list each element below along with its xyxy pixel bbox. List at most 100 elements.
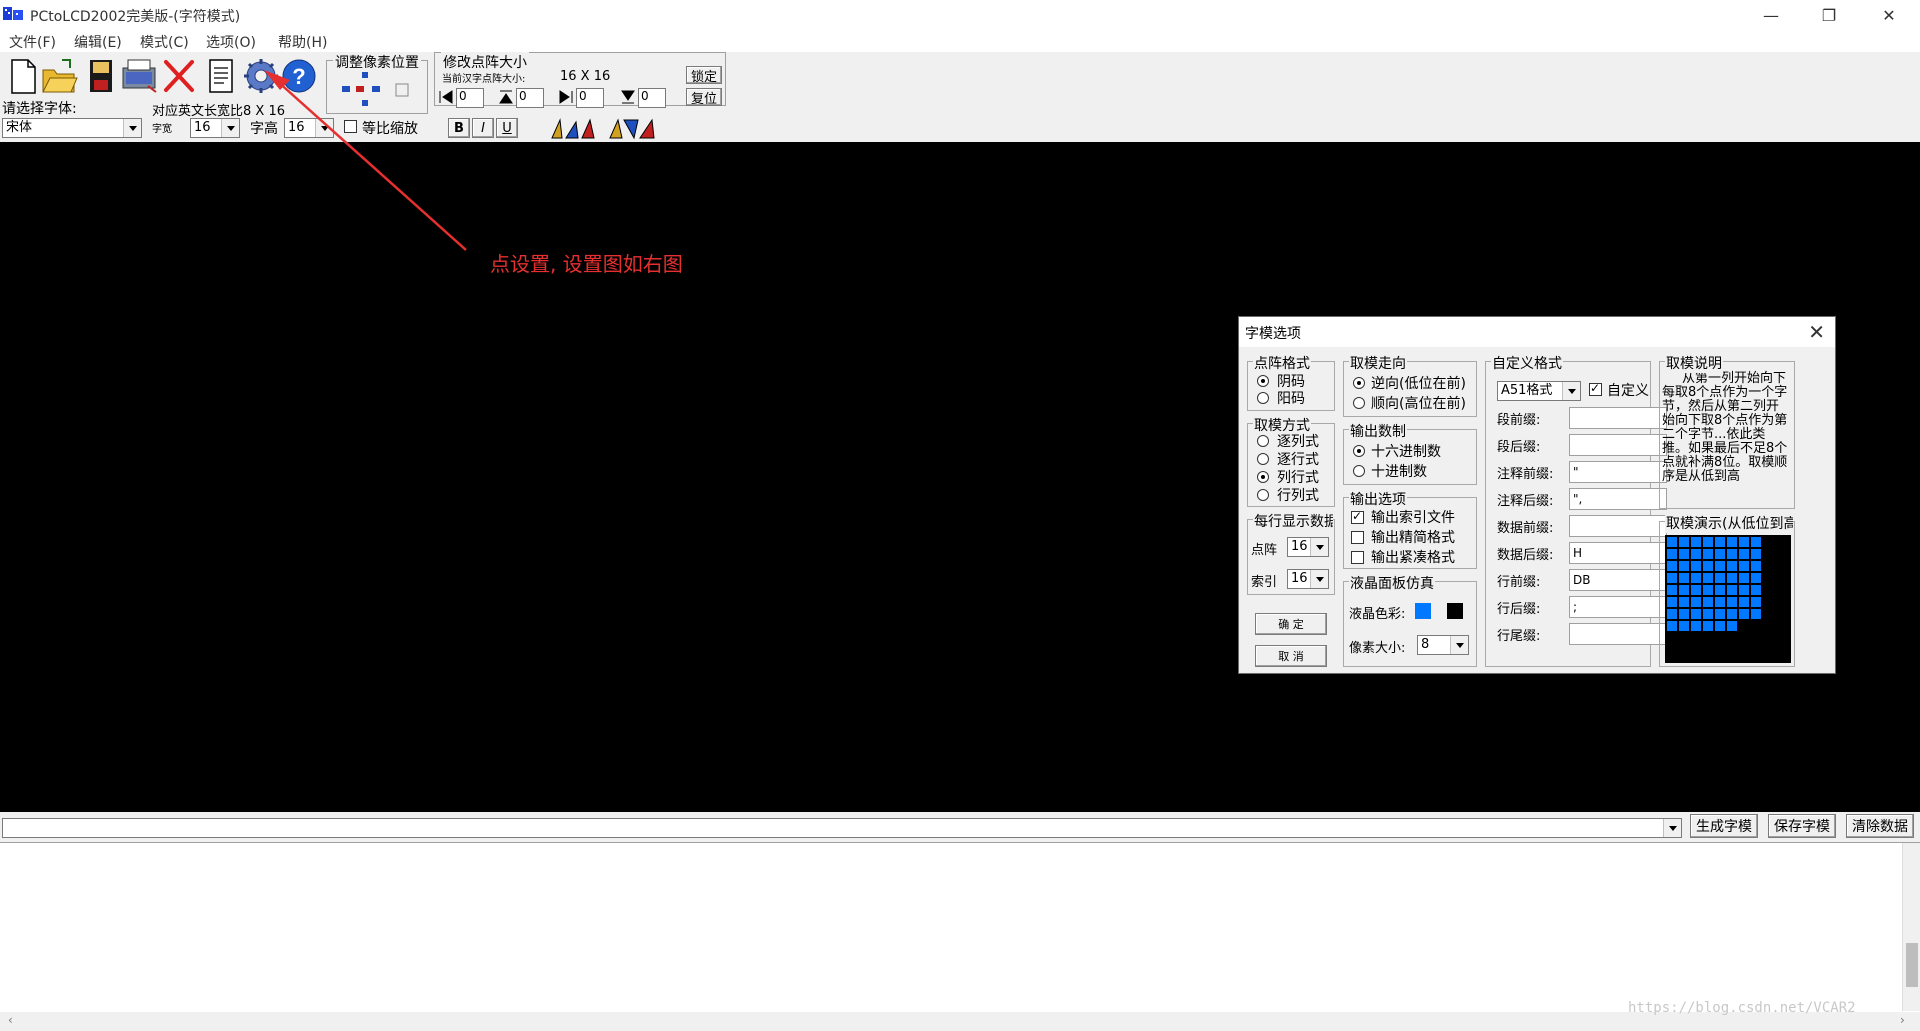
help-icon[interactable]: ? — [280, 56, 318, 96]
direction-radio-1[interactable] — [1353, 397, 1365, 409]
per-line-index-select[interactable]: 16 — [1287, 569, 1329, 589]
demo-dot — [1739, 537, 1749, 547]
shrink-bottom-icon[interactable] — [620, 89, 636, 105]
field-label-2: 注释前缀: — [1497, 467, 1554, 482]
width-select[interactable]: 16 — [190, 118, 240, 138]
new-file-icon[interactable] — [4, 56, 42, 96]
direction-option-0: 逆向(低位在前) — [1371, 376, 1466, 392]
chevron-down-icon — [315, 119, 333, 137]
underline-button[interactable]: U — [496, 118, 518, 138]
scrollbar-thumb[interactable] — [1906, 943, 1918, 987]
demo-dot — [1739, 597, 1749, 607]
field-label-1: 段后缀: — [1497, 440, 1541, 455]
field-input-2[interactable]: " — [1569, 461, 1667, 483]
menu-edit[interactable]: 编辑(E) — [74, 32, 122, 52]
mirror-horizontal-icon[interactable] — [550, 118, 596, 140]
scan-mode-radio-2[interactable] — [1257, 471, 1269, 483]
custom-format-select[interactable]: A51格式 — [1497, 381, 1581, 401]
settings-gear-icon[interactable] — [242, 56, 280, 96]
shrink-top-icon[interactable] — [498, 89, 514, 105]
output-option-checkbox-2[interactable] — [1351, 551, 1364, 564]
window-title: PCtoLCD2002完美版-(字符模式) — [30, 9, 241, 25]
demo-dot — [1691, 537, 1701, 547]
delete-icon[interactable] — [160, 56, 198, 96]
field-input-3[interactable]: ", — [1569, 488, 1667, 510]
cancel-button[interactable]: 取 消 — [1255, 645, 1327, 667]
bold-button[interactable]: B — [448, 118, 470, 138]
lcd-bg-color-swatch[interactable] — [1447, 603, 1463, 619]
scroll-left-icon[interactable]: ‹ — [8, 1013, 13, 1027]
field-input-7[interactable]: ; — [1569, 596, 1667, 618]
pixel-arrows-icon[interactable] — [334, 70, 424, 110]
save-font-button[interactable]: 保存字模 — [1768, 814, 1836, 838]
lcd-pixel-select[interactable]: 8 — [1417, 635, 1469, 655]
demo-dot — [1703, 585, 1713, 595]
field-input-5[interactable]: H — [1569, 542, 1667, 564]
output-option-checkbox-0[interactable] — [1351, 509, 1364, 524]
field-input-8[interactable] — [1569, 623, 1667, 645]
field-input-6[interactable]: DB — [1569, 569, 1667, 591]
title-bar: PCtoLCD2002完美版-(字符模式) — ❐ ✕ — [0, 0, 1920, 30]
demo-dot — [1679, 609, 1689, 619]
code-select[interactable] — [2, 818, 1682, 838]
dot-format-radio-1[interactable] — [1257, 392, 1269, 404]
shrink-left-icon[interactable] — [438, 89, 454, 105]
lcd-fg-color-swatch[interactable] — [1415, 603, 1431, 619]
demo-dot — [1667, 537, 1677, 547]
menu-options[interactable]: 选项(O) — [206, 32, 256, 52]
close-button[interactable]: ✕ — [1866, 0, 1912, 30]
per-line-dot-select[interactable]: 16 — [1287, 537, 1329, 557]
menu-file[interactable]: 文件(F) — [9, 32, 56, 52]
mirror-vertical-icon[interactable] — [608, 118, 656, 140]
spin-right[interactable]: 0 — [576, 88, 604, 108]
field-label-7: 行后缀: — [1497, 602, 1541, 617]
scroll-right-icon[interactable]: › — [1900, 1013, 1905, 1027]
font-select[interactable]: 宋体 — [2, 118, 142, 138]
scan-mode-option-0: 逐列式 — [1277, 434, 1319, 450]
open-folder-icon[interactable] — [40, 56, 78, 96]
spin-top[interactable]: 0 — [516, 88, 544, 108]
direction-radio-0[interactable] — [1353, 377, 1365, 389]
dot-format-radio-0[interactable] — [1257, 375, 1269, 387]
minimize-button[interactable]: — — [1748, 0, 1794, 30]
reset-button[interactable]: 复位 — [686, 88, 722, 107]
document-icon[interactable] — [202, 56, 240, 96]
italic-button[interactable]: I — [472, 118, 494, 138]
save-disk-icon[interactable] — [82, 56, 120, 96]
scan-mode-radio-1[interactable] — [1257, 453, 1269, 465]
radix-radio-0[interactable] — [1353, 445, 1365, 457]
output-textarea[interactable] — [0, 842, 1920, 1012]
spin-bottom[interactable]: 0 — [638, 88, 666, 108]
field-label-8: 行尾缀: — [1497, 629, 1541, 644]
shrink-right-icon[interactable] — [558, 89, 574, 105]
clear-button[interactable]: 清除数据 — [1846, 814, 1914, 838]
restore-button[interactable]: ❐ — [1806, 0, 1852, 30]
lock-button[interactable]: 锁定 — [686, 66, 722, 85]
field-input-4[interactable] — [1569, 515, 1667, 537]
radix-radio-1[interactable] — [1353, 465, 1365, 477]
menu-mode[interactable]: 模式(C) — [140, 32, 189, 52]
field-label-6: 行前缀: — [1497, 575, 1541, 590]
scan-mode-radio-3[interactable] — [1257, 489, 1269, 501]
dialog-title: 字模选项 — [1245, 326, 1301, 342]
generate-button[interactable]: 生成字模 — [1690, 814, 1758, 838]
output-option-checkbox-1[interactable] — [1351, 531, 1364, 544]
ok-button[interactable]: 确 定 — [1255, 613, 1327, 635]
spin-left[interactable]: 0 — [456, 88, 484, 108]
field-input-1[interactable] — [1569, 434, 1667, 456]
field-input-0[interactable] — [1569, 407, 1667, 429]
output-option-0: 输出索引文件 — [1371, 510, 1455, 526]
lcd-pixel-label: 像素大小: — [1349, 641, 1406, 656]
custom-format-value: A51格式 — [1501, 383, 1553, 398]
demo-dot — [1679, 621, 1689, 631]
height-select[interactable]: 16 — [284, 118, 334, 138]
explain-title: 取模说明 — [1665, 353, 1723, 373]
dialog-close-icon[interactable]: ✕ — [1808, 320, 1825, 344]
scan-mode-radio-0[interactable] — [1257, 435, 1269, 447]
custom-format-checkbox[interactable] — [1589, 381, 1602, 396]
menu-help[interactable]: 帮助(H) — [278, 32, 327, 52]
font-options-dialog: 字模选项 ✕ 点阵格式 阴码 阳码 取模方式 逐列式 逐行式 列行式 行列式 每… — [1238, 316, 1836, 674]
import-image-icon[interactable] — [120, 56, 158, 96]
vertical-scrollbar[interactable] — [1902, 843, 1920, 1011]
proportional-checkbox[interactable] — [344, 120, 357, 133]
